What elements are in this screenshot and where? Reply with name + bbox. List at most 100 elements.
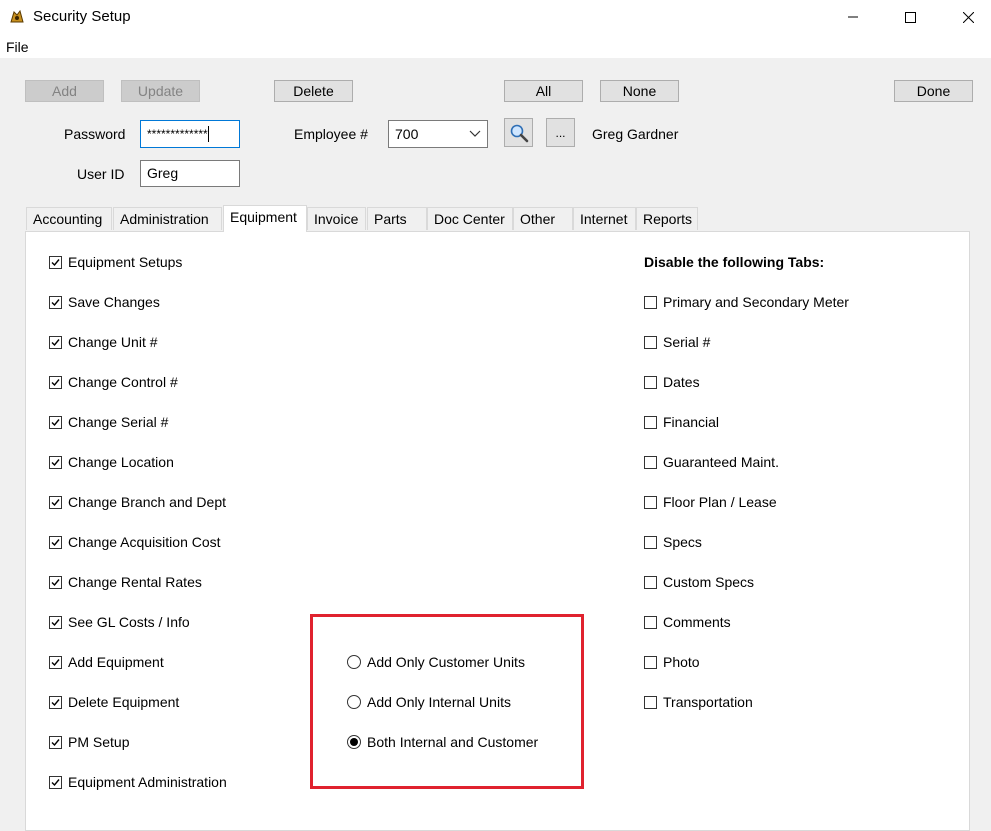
checkbox[interactable]	[49, 535, 62, 549]
permission-row[interactable]: Change Acquisition Cost	[49, 532, 221, 552]
menu-file[interactable]: File	[6, 39, 29, 55]
permission-row[interactable]: Change Branch and Dept	[49, 492, 226, 512]
employee-label: Employee #	[294, 126, 368, 142]
permission-row[interactable]: Add Equipment	[49, 652, 164, 672]
maximize-icon	[904, 11, 916, 23]
permission-row[interactable]: Change Serial #	[49, 412, 168, 432]
checkbox[interactable]	[644, 575, 657, 589]
checkbox[interactable]	[49, 255, 62, 269]
checkbox-label: Delete Equipment	[68, 694, 180, 710]
checkbox[interactable]	[644, 695, 657, 709]
checkbox-label: Dates	[663, 374, 700, 390]
select-all-button[interactable]: All	[504, 80, 583, 102]
checkbox[interactable]	[644, 415, 657, 429]
disable-tab-row[interactable]: Primary and Secondary Meter	[644, 292, 849, 312]
password-field[interactable]: *************	[140, 120, 240, 148]
disable-tab-row[interactable]: Custom Specs	[644, 572, 754, 592]
checkbox[interactable]	[49, 575, 62, 589]
checkbox-label: Change Rental Rates	[68, 574, 202, 590]
disable-tabs-heading: Disable the following Tabs:	[644, 254, 825, 270]
employee-browse-button[interactable]: ...	[546, 118, 575, 147]
tab-parts[interactable]: Parts	[367, 207, 427, 230]
checkbox-label: Comments	[663, 614, 731, 630]
checkbox[interactable]	[644, 375, 657, 389]
tab-other[interactable]: Other	[513, 207, 573, 230]
checkbox-label: Change Unit #	[68, 334, 158, 350]
delete-button[interactable]: Delete	[274, 80, 353, 102]
disable-tab-row[interactable]: Guaranteed Maint.	[644, 452, 779, 472]
password-value: *************	[147, 127, 208, 141]
update-button[interactable]: Update	[121, 80, 200, 102]
maximize-button[interactable]	[887, 0, 933, 34]
add-button[interactable]: Add	[25, 80, 104, 102]
checkbox[interactable]	[49, 415, 62, 429]
select-none-button[interactable]: None	[600, 80, 679, 102]
unit-option-row[interactable]: Add Only Internal Units	[347, 692, 511, 712]
app-logo-icon	[9, 9, 25, 25]
tab-administration[interactable]: Administration	[113, 207, 222, 230]
disable-tab-row[interactable]: Floor Plan / Lease	[644, 492, 777, 512]
tab-reports[interactable]: Reports	[636, 207, 698, 230]
checkbox-label: PM Setup	[68, 734, 130, 750]
permission-row[interactable]: Save Changes	[49, 292, 160, 312]
checkbox-label: See GL Costs / Info	[68, 614, 190, 630]
checkbox-label: Guaranteed Maint.	[663, 454, 779, 470]
permission-row[interactable]: Change Rental Rates	[49, 572, 202, 592]
checkbox[interactable]	[644, 455, 657, 469]
employee-dropdown[interactable]: 700	[388, 120, 488, 148]
disable-tab-row[interactable]: Transportation	[644, 692, 753, 712]
radio-button[interactable]	[347, 655, 361, 669]
checkbox[interactable]	[644, 495, 657, 509]
radio-button[interactable]	[347, 735, 361, 749]
checkbox[interactable]	[49, 695, 62, 709]
done-button[interactable]: Done	[894, 80, 973, 102]
tab-invoice[interactable]: Invoice	[307, 207, 366, 230]
disable-tab-row[interactable]: Serial #	[644, 332, 710, 352]
checkbox[interactable]	[49, 615, 62, 629]
checkbox[interactable]	[644, 535, 657, 549]
tab-doc-center[interactable]: Doc Center	[427, 207, 513, 230]
tab-internet[interactable]: Internet	[573, 207, 636, 230]
disable-tab-row[interactable]: Dates	[644, 372, 700, 392]
permission-row[interactable]: Change Control #	[49, 372, 178, 392]
permission-row[interactable]: Equipment Administration	[49, 772, 227, 792]
disable-tab-row[interactable]: Comments	[644, 612, 731, 632]
disable-tab-row[interactable]: Financial	[644, 412, 719, 432]
checkbox[interactable]	[49, 295, 62, 309]
radio-label: Add Only Internal Units	[367, 694, 511, 710]
checkbox[interactable]	[644, 295, 657, 309]
permission-row[interactable]: Change Location	[49, 452, 174, 472]
employee-search-button[interactable]	[504, 118, 533, 147]
checkbox[interactable]	[644, 335, 657, 349]
permission-row[interactable]: Change Unit #	[49, 332, 158, 352]
checkbox[interactable]	[49, 775, 62, 789]
close-button[interactable]	[945, 0, 991, 34]
tab-accounting[interactable]: Accounting	[26, 207, 112, 230]
checkbox[interactable]	[49, 375, 62, 389]
checkbox[interactable]	[644, 615, 657, 629]
minimize-button[interactable]	[830, 0, 876, 34]
checkbox-label: Equipment Administration	[68, 774, 227, 790]
checkbox[interactable]	[49, 735, 62, 749]
disable-tab-row[interactable]: Specs	[644, 532, 702, 552]
password-label: Password	[64, 126, 126, 142]
checkbox-label: Custom Specs	[663, 574, 755, 590]
unit-option-row[interactable]: Both Internal and Customer	[347, 732, 538, 752]
disable-tab-row[interactable]: Photo	[644, 652, 700, 672]
unit-option-row[interactable]: Add Only Customer Units	[347, 652, 525, 672]
checkbox-label: Photo	[663, 654, 700, 670]
userid-field[interactable]: Greg	[140, 160, 240, 187]
checkbox[interactable]	[49, 655, 62, 669]
checkbox[interactable]	[644, 655, 657, 669]
checkbox[interactable]	[49, 495, 62, 509]
permission-row[interactable]: Equipment Setups	[49, 252, 182, 272]
tab-equipment[interactable]: Equipment	[223, 205, 307, 232]
permission-row[interactable]: PM Setup	[49, 732, 129, 752]
radio-button[interactable]	[347, 695, 361, 709]
checkbox[interactable]	[49, 455, 62, 469]
permission-row[interactable]: Delete Equipment	[49, 692, 179, 712]
checkbox-label: Change Serial #	[68, 414, 169, 430]
checkbox[interactable]	[49, 335, 62, 349]
permission-row[interactable]: See GL Costs / Info	[49, 612, 190, 632]
employee-name: Greg Gardner	[592, 126, 679, 142]
